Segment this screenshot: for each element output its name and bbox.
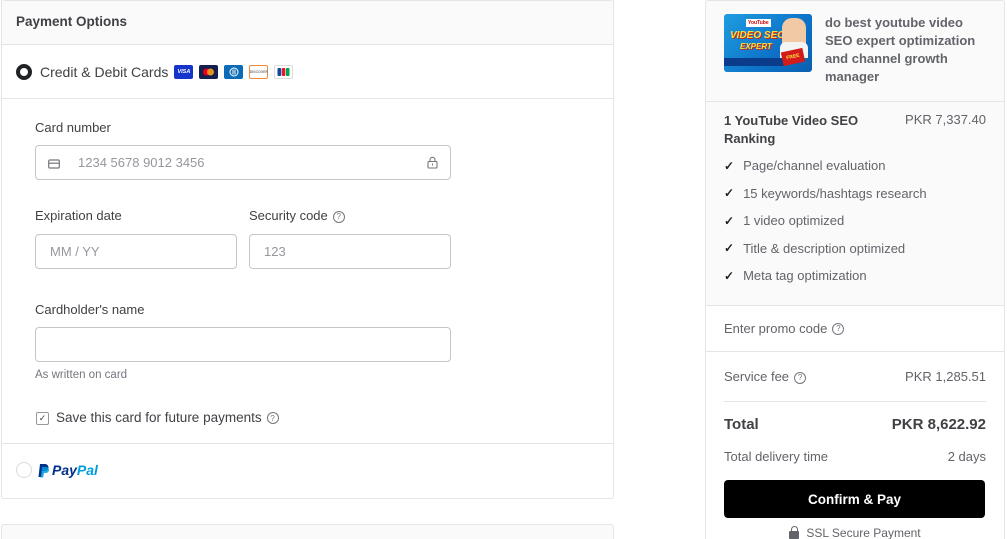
gig-title: do best youtube video SEO expert optimiz… [825, 15, 976, 84]
save-card-checkbox[interactable]: ✓ [36, 412, 49, 425]
delivery-time-row: Total delivery time 2 days [724, 446, 986, 466]
youtube-logo: YouTube [746, 19, 771, 27]
payment-options-title: Payment Options [2, 0, 613, 45]
cardholder-name-label: Cardholder's name [35, 302, 145, 317]
help-icon[interactable]: ? [794, 371, 807, 384]
jcb-icon [274, 64, 294, 79]
credit-card-radio[interactable] [16, 63, 32, 80]
security-code-label: Security code [249, 208, 328, 223]
discover-icon: DISCOVER [249, 64, 269, 79]
paypal-radio[interactable] [16, 462, 32, 478]
cardholder-name-hint: As written on card [35, 369, 128, 381]
ssl-secure-payment: SSL Secure Payment [724, 526, 986, 539]
paypal-label-pay: Pay [52, 462, 77, 478]
cardholder-name-input[interactable] [35, 327, 451, 362]
lock-icon [789, 526, 800, 539]
next-section-panel [1, 524, 614, 539]
visa-icon: VISA [174, 64, 194, 79]
check-icon: ✓ [724, 186, 735, 201]
expiration-date-placeholder: MM / YY [50, 244, 100, 259]
feature-label: 15 keywords/hashtags research [743, 185, 927, 201]
ssl-label: SSL Secure Payment [806, 526, 921, 539]
card-number-label: Card number [35, 120, 111, 135]
delivery-time-label: Total delivery time [724, 448, 829, 464]
gig-thumbnail: YouTube VIDEO SEO EXPERT FREE [724, 14, 812, 72]
lock-icon [427, 156, 438, 172]
mastercard-icon [199, 64, 219, 79]
feature-item: ✓ 1 video optimized [724, 207, 986, 235]
security-code-label-wrap: Security code? [249, 208, 345, 223]
diners-club-icon [224, 64, 244, 79]
total-value: PKR 8,622.92 [891, 415, 986, 433]
feature-label: Title & description optimized [743, 240, 906, 256]
service-fee-row: Service fee? PKR 1,285.51 [724, 352, 986, 402]
paypal-icon [38, 463, 49, 478]
card-number-placeholder: 1234 5678 9012 3456 [78, 155, 205, 170]
service-fee-value: PKR 1,285.51 [905, 369, 986, 384]
save-card-label-wrap: Save this card for future payments? [56, 410, 279, 425]
payment-options-panel: Payment Options Credit & Debit Cards VIS… [1, 0, 614, 499]
help-icon[interactable]: ? [332, 210, 345, 223]
card-number-input[interactable]: 1234 5678 9012 3456 [35, 145, 451, 180]
thumbnail-badge: FREE [780, 47, 806, 67]
promo-code-link[interactable]: Enter promo code? [706, 305, 1004, 351]
check-icon: ✓ [724, 213, 735, 228]
gig-info: YouTube VIDEO SEO EXPERT FREE do best yo… [706, 1, 1004, 101]
feature-label: Meta tag optimization [743, 268, 867, 284]
thumbnail-subtitle: EXPERT [740, 42, 772, 51]
feature-list: ✓ Page/channel evaluation ✓ 15 keywords/ha… [724, 152, 986, 290]
total-row: Total PKR 8,622.92 [724, 402, 986, 446]
service-fee-label: Service fee [724, 369, 790, 384]
paypal-label-pal: Pal [76, 462, 98, 478]
help-icon[interactable]: ? [266, 412, 279, 425]
package-section: 1 YouTube Video SEO Ranking PKR 7,337.40… [706, 101, 1004, 305]
order-summary-panel: YouTube VIDEO SEO EXPERT FREE do best yo… [705, 0, 1005, 539]
delivery-time-value: 2 days [947, 448, 986, 464]
help-icon[interactable]: ? [832, 322, 845, 335]
total-label: Total [724, 415, 759, 433]
credit-card-icon [48, 157, 60, 172]
feature-label: Page/channel evaluation [743, 158, 886, 174]
security-code-input[interactable]: 123 [249, 234, 451, 269]
paypal-logo: Pay Pal [38, 462, 98, 478]
expiration-date-input[interactable]: MM / YY [35, 234, 237, 269]
thumbnail-title: VIDEO SEO [730, 30, 786, 41]
credit-card-option-label: Credit & Debit Cards [40, 63, 169, 80]
feature-item: ✓ 15 keywords/hashtags research [724, 180, 986, 208]
expiration-date-label: Expiration date [35, 208, 122, 223]
package-name: 1 YouTube Video SEO Ranking [724, 113, 859, 146]
save-card-label: Save this card for future payments [56, 410, 262, 425]
confirm-and-pay-button[interactable]: Confirm & Pay [724, 480, 985, 518]
feature-item: ✓ Title & description optimized [724, 235, 986, 263]
feature-item: ✓ Meta tag optimization [724, 262, 986, 290]
feature-item: ✓ Page/channel evaluation [724, 152, 986, 180]
promo-code-label: Enter promo code [724, 321, 828, 336]
package-price: PKR 7,337.40 [905, 112, 986, 127]
paypal-option[interactable]: Pay Pal [2, 444, 613, 496]
credit-card-option[interactable]: Credit & Debit Cards VISA DISCOVER [2, 45, 613, 99]
security-code-placeholder: 123 [264, 244, 286, 259]
card-form: Card number 1234 5678 9012 3456 Expirati… [2, 99, 613, 444]
check-icon: ✓ [724, 158, 735, 173]
price-summary: Service fee? PKR 1,285.51 Total PKR 8,62… [706, 351, 1004, 539]
check-icon: ✓ [724, 241, 735, 256]
check-icon: ✓ [724, 268, 735, 283]
feature-label: 1 video optimized [743, 213, 845, 229]
thumbnail-band [724, 58, 784, 66]
